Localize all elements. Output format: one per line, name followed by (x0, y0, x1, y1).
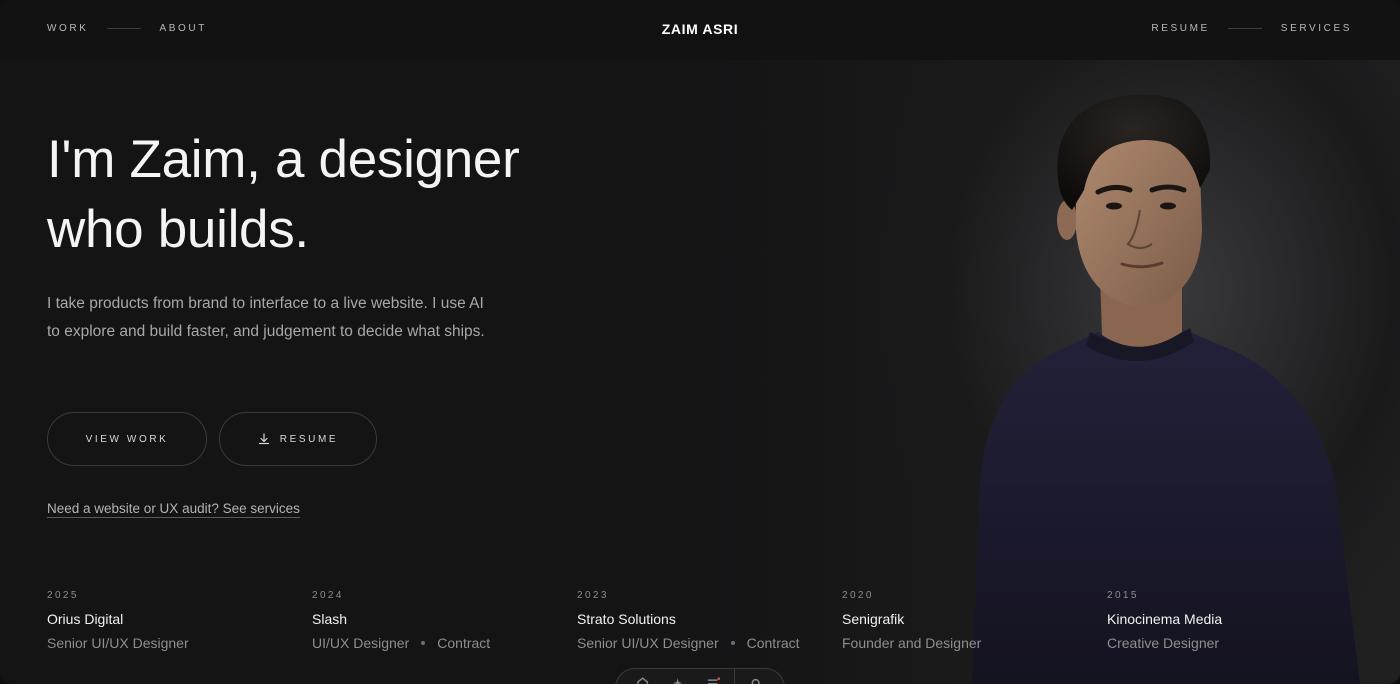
download-icon (258, 433, 269, 445)
job-title: UI/UX Designer (312, 635, 410, 651)
job-company: Strato Solutions (577, 611, 676, 627)
nav-resume[interactable]: RESUME (1151, 23, 1209, 34)
list-icon[interactable] (707, 677, 720, 684)
resume-label: RESUME (279, 433, 339, 445)
job-company: Senigrafik (842, 611, 905, 627)
job-role: UI/UX Designer Contract (312, 635, 572, 651)
home-icon[interactable] (636, 677, 649, 684)
job-year: 2020 (842, 590, 874, 601)
nav-services[interactable]: SERVICES (1281, 23, 1352, 34)
resume-button[interactable]: RESUME (219, 412, 377, 466)
separator-dot (421, 641, 426, 646)
job-year: 2015 (1107, 590, 1139, 601)
job-title: Senior UI/UX Designer (577, 635, 719, 651)
hero-headline: I'm Zaim, a designer who builds. (47, 125, 520, 265)
view-work-label: VIEW WORK (85, 433, 169, 445)
timeline-item: 2015 Kinocinema Media Creative Designer (1107, 590, 1367, 651)
headline-line-2: who builds. (47, 200, 309, 259)
job-title: Creative Designer (1107, 635, 1220, 651)
job-role: Creative Designer (1107, 635, 1367, 651)
job-role: Senior UI/UX Designer (47, 635, 307, 651)
timeline-item: 2024 Slash UI/UX Designer Contract (312, 590, 572, 651)
hero-intro: I take products from brand to interface … (47, 295, 485, 340)
job-company: Slash (312, 611, 348, 627)
job-company: Kinocinema Media (1107, 611, 1223, 627)
timeline-item: 2023 Strato Solutions Senior UI/UX Desig… (577, 590, 837, 651)
view-work-button[interactable]: VIEW WORK (47, 412, 207, 466)
job-year: 2023 (577, 590, 609, 601)
services-link[interactable]: Need a website or UX audit? See services (47, 501, 300, 518)
separator-dot (730, 641, 735, 646)
hero-actions: VIEW WORK RESUME (47, 412, 377, 466)
job-role: Founder and Designer (842, 635, 1102, 651)
job-year: 2024 (312, 590, 344, 601)
headline-line-1: I'm Zaim, a designer (47, 130, 520, 189)
timeline-item: 2025 Orius Digital Senior UI/UX Designer (47, 590, 307, 651)
job-type: Contract (437, 635, 491, 651)
sparkle-icon[interactable] (671, 677, 684, 684)
job-year: 2025 (47, 590, 79, 601)
page: WORK ABOUT ZAIM ASRI RESUME SERVICES I'm… (0, 0, 1400, 684)
job-type: Contract (746, 635, 800, 651)
nav-divider (1227, 28, 1262, 29)
bottom-dock (615, 668, 785, 684)
timeline-item: 2020 Senigrafik Founder and Designer (842, 590, 1102, 651)
job-company: Orius Digital (47, 611, 124, 627)
job-title: Founder and Designer (842, 635, 982, 651)
settings-icon[interactable] (749, 677, 762, 684)
nav-right: RESUME SERVICES (1151, 23, 1352, 34)
hero: I'm Zaim, a designer who builds. (47, 125, 520, 265)
job-role: Senior UI/UX Designer Contract (577, 635, 837, 651)
top-nav: WORK ABOUT ZAIM ASRI RESUME SERVICES (0, 0, 1400, 60)
dock-divider (733, 669, 735, 684)
job-title: Senior UI/UX Designer (47, 635, 189, 651)
